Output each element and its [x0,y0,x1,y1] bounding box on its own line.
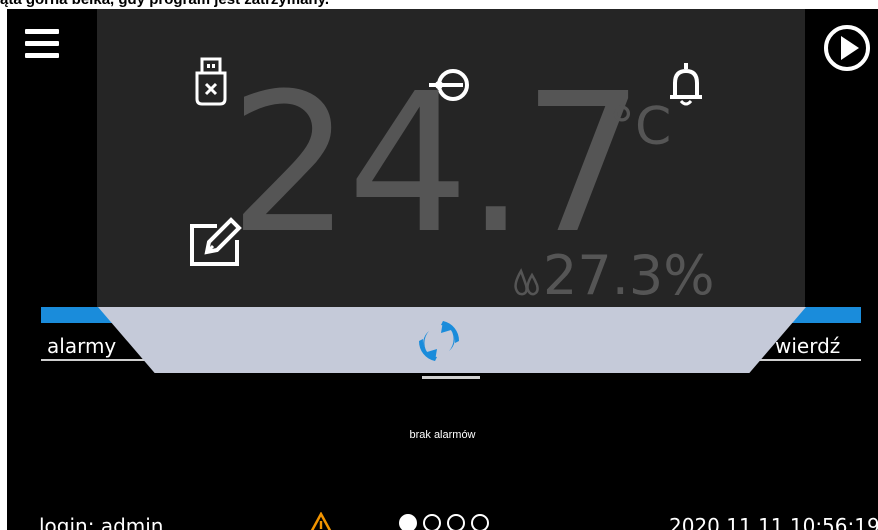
hamburger-menu-icon [25,29,59,34]
tab-alarms[interactable]: alarmy [47,334,116,358]
page-dot-2[interactable] [423,514,441,530]
no-alarms-text: brak alarmów [409,429,476,441]
controller-screen: 24.7 °C 27.3% alarmy wierdź brak alarmów… [7,9,878,530]
login-status: login: admin [39,514,164,530]
page-dot-1[interactable] [399,514,417,530]
warning-icon[interactable] [307,512,335,530]
sync-icon[interactable] [415,317,463,365]
edit-icon[interactable] [187,214,243,268]
temperature-value: 24.7 [229,53,644,276]
bell-icon [670,63,702,106]
page-dot-3[interactable] [447,514,465,530]
page-dot-4[interactable] [471,514,489,530]
page-caption: ąta górna belka, gdy program jest zatrzy… [0,0,329,8]
usb-disabled-icon [195,57,227,106]
play-icon[interactable] [823,24,871,72]
tab-confirm[interactable]: wierdź [775,334,840,358]
drag-handle[interactable] [422,376,480,379]
menu-button[interactable] [25,29,59,63]
date-time: 2020.11.11 10:56:19 [669,514,878,530]
temperature-unit: °C [609,97,672,157]
drop-icon [514,268,539,296]
humidity-value: 27.3% [543,244,715,307]
